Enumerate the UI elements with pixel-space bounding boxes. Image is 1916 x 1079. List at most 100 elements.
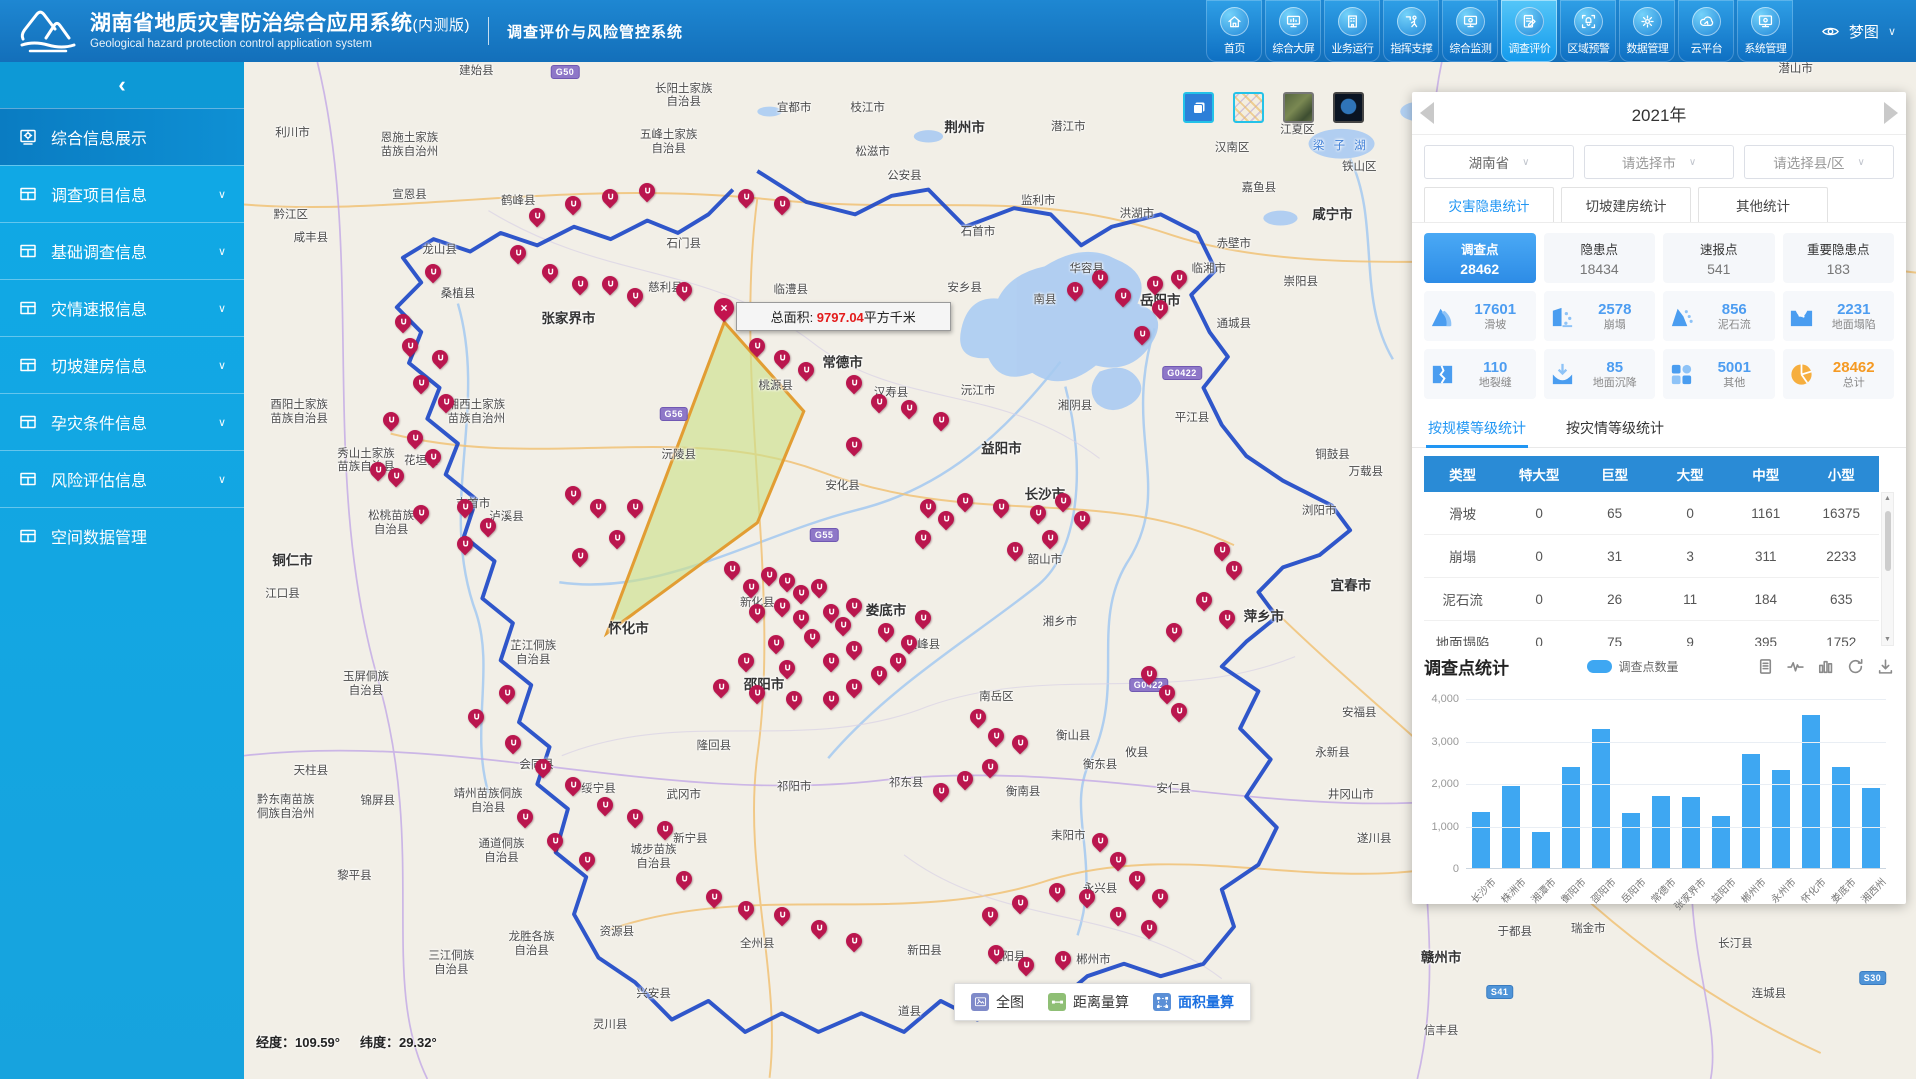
hazard-glyph-icon: ∪ — [605, 192, 617, 204]
select-value: 请选择县/区 — [1773, 152, 1844, 172]
subtab-按规模等级统计[interactable]: 按规模等级统计 — [1426, 412, 1528, 447]
satellite-thumbnail[interactable] — [1283, 92, 1314, 123]
subtab-按灾情等级统计[interactable]: 按灾情等级统计 — [1564, 412, 1666, 447]
tab-切坡建房统计[interactable]: 切坡建房统计 — [1561, 187, 1691, 222]
fullext-icon — [971, 993, 989, 1011]
map-label: 祁东县 — [889, 777, 924, 791]
nav-item-survey[interactable]: 调查评价 — [1501, 0, 1557, 62]
map-tool-area[interactable]: 面积量算 — [1153, 992, 1234, 1012]
region-select-1[interactable]: 请选择市∨ — [1584, 145, 1734, 179]
nav-item-system[interactable]: 系统管理 — [1737, 0, 1793, 62]
region-select-2[interactable]: 请选择县/区∨ — [1744, 145, 1894, 179]
sidebar-item-基础调查信息[interactable]: 基础调查信息∨ — [0, 222, 244, 279]
measure-polygon[interactable] — [607, 322, 804, 633]
sidebar-item-切坡建房信息[interactable]: 切坡建房信息∨ — [0, 336, 244, 393]
other-icon — [1668, 361, 1695, 388]
prev-year-button[interactable] — [1420, 102, 1434, 124]
map-tool-fullext[interactable]: 全图 — [971, 992, 1024, 1012]
hazard-glyph-icon: ∪ — [991, 948, 1003, 960]
hazard-glyph-icon: ∪ — [1155, 303, 1167, 315]
chart-bar — [1472, 812, 1490, 869]
hazard-glyph-icon: ∪ — [814, 582, 826, 594]
map-label: 五峰土家族 自治县 — [640, 130, 698, 158]
table-cell: 31 — [1577, 535, 1653, 578]
chart-tool-bars-icon[interactable] — [1817, 658, 1834, 675]
chart-xtick-label: 株洲市 — [1497, 874, 1529, 906]
user-menu[interactable]: 梦图 ∨ — [1821, 21, 1896, 42]
hazard-stat-地面沉降: 85地面沉降 — [1544, 349, 1656, 399]
stat-card-重要隐患点[interactable]: 重要隐患点183 — [1783, 233, 1895, 283]
stat-card-速报点[interactable]: 速报点541 — [1663, 233, 1775, 283]
hazard-glyph-icon: ∪ — [1198, 595, 1210, 607]
street-thumbnail[interactable] — [1233, 92, 1264, 123]
chart-tool-download-icon[interactable] — [1877, 658, 1894, 675]
tab-其他统计[interactable]: 其他统计 — [1698, 187, 1828, 222]
hazard-glyph-icon: ∪ — [1132, 874, 1144, 886]
layers-button[interactable] — [1183, 92, 1214, 123]
chart-tool-refresh-icon[interactable] — [1847, 658, 1864, 675]
nav-item-command[interactable]: 指挥支撑 — [1383, 0, 1439, 62]
dashboard-icon — [18, 127, 38, 147]
business-icon — [1338, 7, 1367, 36]
map-tool-dist[interactable]: 距离量算 — [1048, 992, 1129, 1012]
hazard-glyph-icon: ∪ — [881, 625, 893, 637]
chart-tool-doc-icon[interactable] — [1757, 658, 1774, 675]
nav-item-monitor[interactable]: 综合监测 — [1442, 0, 1498, 62]
hazard-glyph-icon: ∪ — [849, 601, 861, 613]
chart-ytick: 1,000 — [1431, 821, 1459, 833]
stat-card-调查点[interactable]: 调查点 28462 — [1424, 233, 1536, 283]
sidebar-item-调查项目信息[interactable]: 调查项目信息∨ — [0, 165, 244, 222]
region-select-0[interactable]: 湖南省∨ — [1424, 145, 1574, 179]
chart-xtick: 长沙市 — [1472, 869, 1490, 921]
hazard-stat-text: 2231地面塌陷 — [1819, 301, 1890, 332]
nav-item-data[interactable]: 数据管理 — [1619, 0, 1675, 62]
nav-item-label: 综合监测 — [1449, 40, 1491, 56]
header-divider — [488, 17, 489, 45]
hazard-glyph-icon: ∪ — [973, 712, 985, 724]
stat-card-label: 速报点 — [1700, 239, 1738, 258]
globe-thumbnail[interactable] — [1333, 92, 1364, 123]
chart-tool-pulse-icon[interactable] — [1787, 658, 1804, 675]
sidebar-item-孕灾条件信息[interactable]: 孕灾条件信息∨ — [0, 393, 244, 450]
sidebar-item-label: 综合信息展示 — [51, 125, 147, 149]
stat-card-value: 28462 — [1460, 261, 1499, 277]
sidebar-item-综合信息展示[interactable]: 综合信息展示 — [0, 108, 244, 165]
map-label: 新田县 — [907, 945, 942, 959]
hazard-glyph-icon: ∪ — [1173, 272, 1185, 284]
level-subtabs: 按规模等级统计 按灾情等级统计 — [1412, 407, 1906, 448]
nav-item-bigscreen[interactable]: 综合大屏 — [1265, 0, 1321, 62]
nav-item-cloud[interactable]: 云平台 — [1678, 0, 1734, 62]
map-label: 临湘市 — [1191, 264, 1226, 278]
hazard-glyph-icon: ∪ — [1118, 291, 1130, 303]
nav-item-warning[interactable]: 区域预警 — [1560, 0, 1616, 62]
hazard-glyph-icon: ∪ — [605, 279, 617, 291]
scroll-up-icon[interactable]: ▲ — [1884, 495, 1891, 502]
next-year-button[interactable] — [1884, 102, 1898, 124]
chart-xtick: 邵阳市 — [1592, 869, 1610, 921]
stat-card-label: 调查点 — [1461, 239, 1499, 258]
tab-灾害隐患统计[interactable]: 灾害隐患统计 — [1424, 187, 1554, 222]
sidebar-item-空间数据管理[interactable]: 空间数据管理 — [0, 507, 244, 564]
hazard-stat-崩塌: 2578崩塌 — [1544, 291, 1656, 341]
hazard-glyph-icon: ∪ — [1137, 328, 1149, 340]
nav-item-business[interactable]: 业务运行 — [1324, 0, 1380, 62]
hazard-glyph-icon: ∪ — [538, 762, 550, 774]
bigscreen-icon — [1279, 7, 1308, 36]
eye-icon[interactable] — [1821, 22, 1840, 41]
scroll-down-icon[interactable]: ▼ — [1884, 636, 1891, 643]
scroll-thumb[interactable] — [1885, 511, 1891, 571]
hazard-glyph-icon: ∪ — [936, 415, 948, 427]
debrisflow-icon — [1668, 303, 1695, 330]
nav-item-home[interactable]: 首页 — [1206, 0, 1262, 62]
sidebar-item-灾情速报信息[interactable]: 灾情速报信息∨ — [0, 279, 244, 336]
stat-card-隐患点[interactable]: 隐患点18434 — [1544, 233, 1656, 283]
hazard-glyph-icon: ∪ — [593, 501, 605, 513]
hazard-glyph-icon: ∪ — [752, 341, 764, 353]
chart-legend[interactable]: 调查点数量 — [1587, 658, 1678, 675]
sidebar-item-风险评估信息[interactable]: 风险评估信息∨ — [0, 450, 244, 507]
sidebar-collapse-button[interactable]: ‹ — [0, 62, 244, 108]
table-scrollbar[interactable]: ▲ ▼ — [1881, 492, 1894, 646]
hazard-glyph-icon: ∪ — [575, 279, 587, 291]
chart-ytick: 0 — [1453, 863, 1459, 875]
table-cell: 地面塌陷 — [1424, 621, 1501, 647]
